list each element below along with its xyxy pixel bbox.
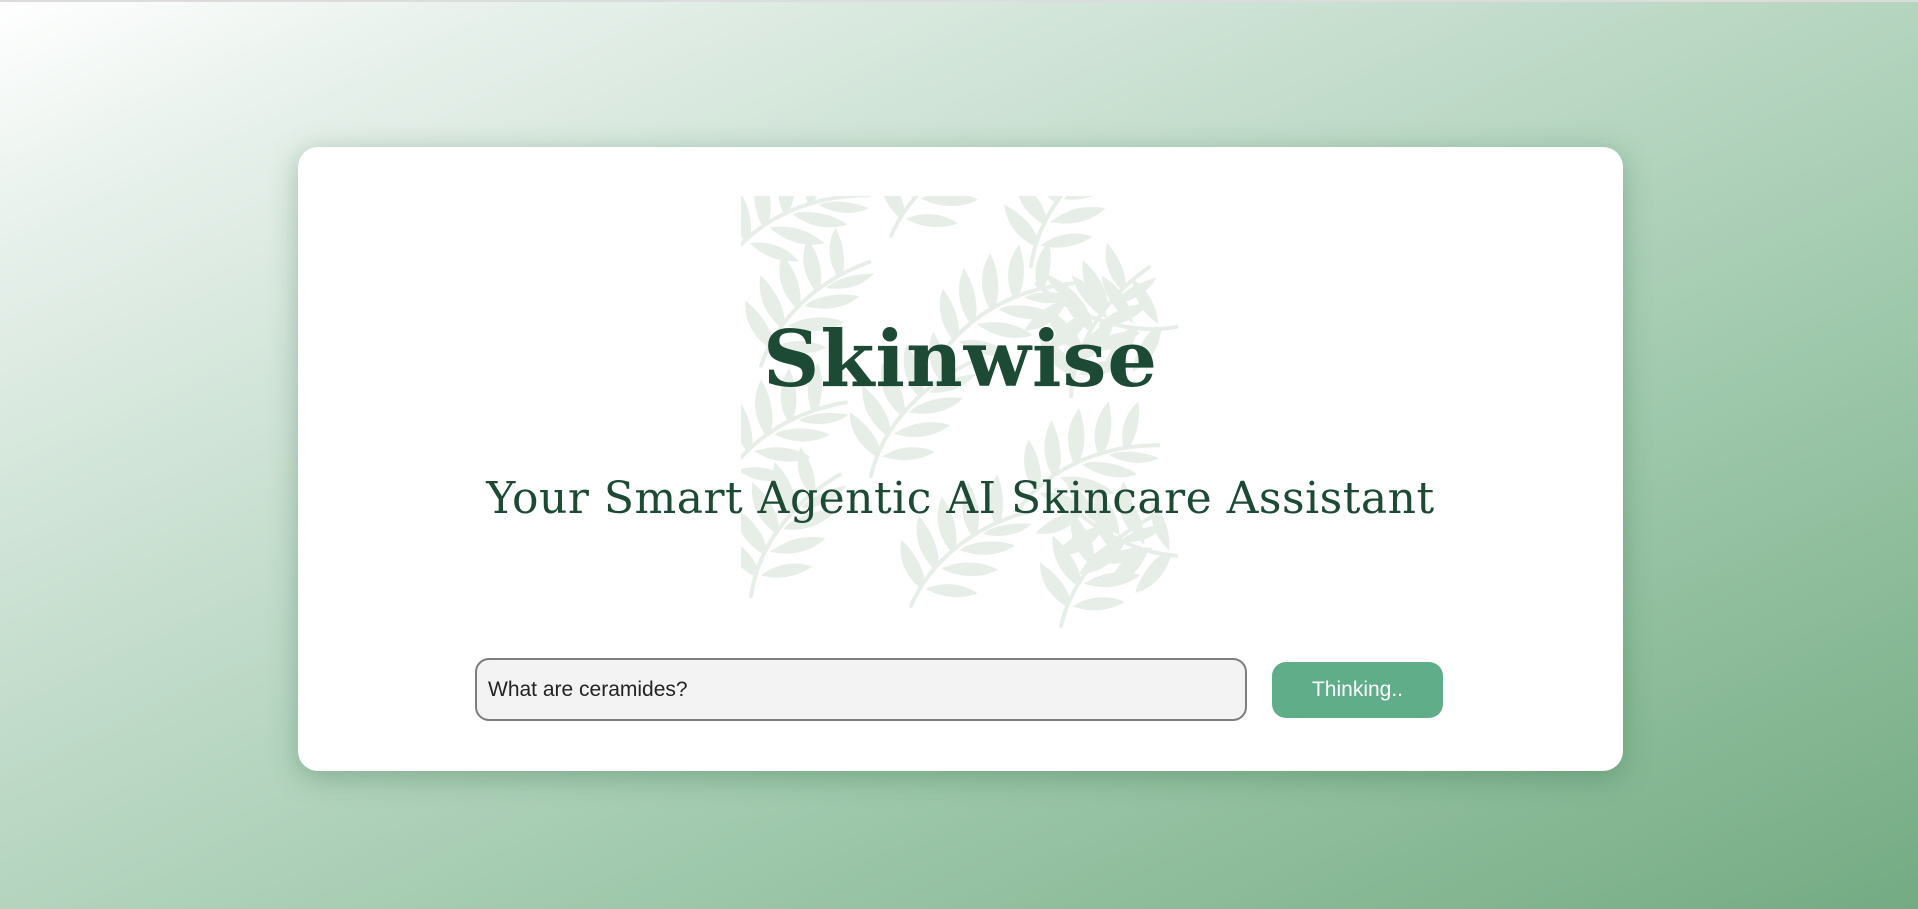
app-subtitle: Your Smart Agentic AI Skincare Assistant (486, 473, 1435, 524)
main-card: Skinwise Your Smart Agentic AI Skincare … (298, 147, 1623, 771)
ask-button[interactable]: Thinking.. (1272, 662, 1443, 718)
app-title: Skinwise (762, 314, 1159, 405)
top-border-line (0, 0, 1918, 2)
question-input[interactable] (475, 658, 1247, 721)
palm-leaf-pattern-icon (741, 196, 1178, 633)
